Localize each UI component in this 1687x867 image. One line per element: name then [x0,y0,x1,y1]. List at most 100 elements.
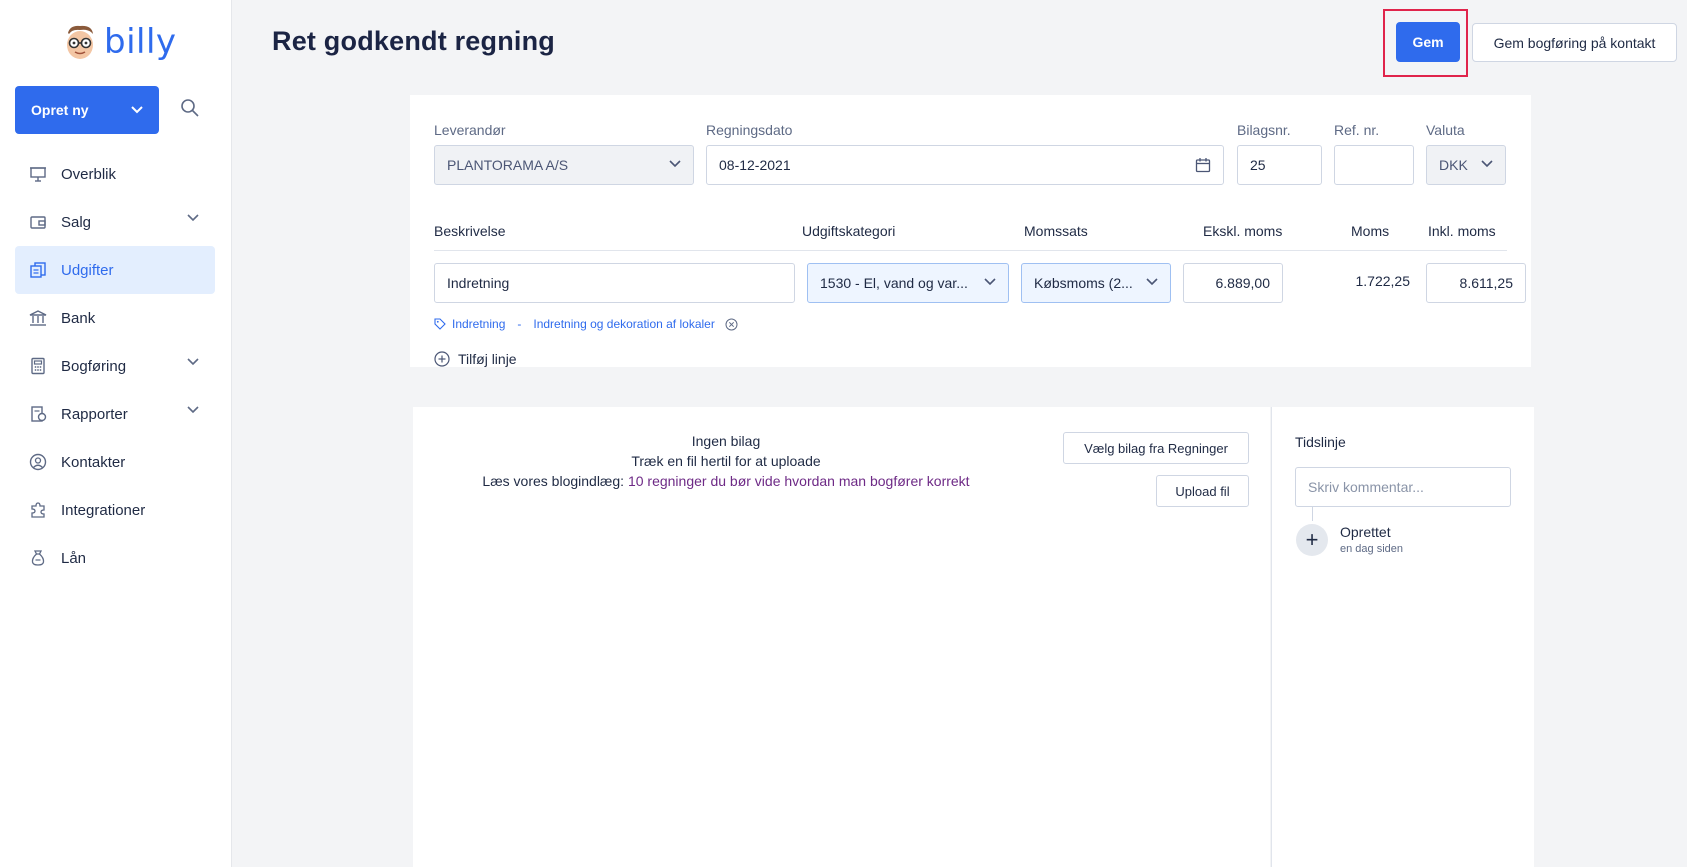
blog-post-link[interactable]: 10 regninger du bør vide hvordan man bog… [628,473,970,489]
column-header-excl-vat: Ekskl. moms [1203,223,1283,239]
blog-prefix: Læs vores blogindlæg: [482,473,625,489]
sidebar-item-rapporter[interactable]: Rapporter [15,390,215,438]
column-header-vat-rate: Momssats [1024,223,1088,239]
sidebar-item-label: Overblik [61,165,117,183]
plus-circle-icon [434,351,450,367]
voucher-number-label: Bilagsnr. [1237,122,1291,138]
sidebar-item-laan[interactable]: Lån [15,534,215,582]
create-new-label: Opret ny [31,102,89,118]
chevron-down-icon [1481,160,1493,168]
bill-date-value: 08-12-2021 [719,157,791,173]
save-posting-on-contact-button[interactable]: Gem bogføring på kontakt [1472,23,1677,62]
presentation-icon [29,165,47,183]
sidebar-item-integrationer[interactable]: Integrationer [15,486,215,534]
currency-value: DKK [1439,157,1468,173]
attachments-panel: Ingen bilag Træk en fil hertil for at up… [413,407,1270,867]
reference-number-input[interactable] [1334,145,1414,185]
column-header-category: Udgiftskategori [802,223,896,239]
sidebar-item-bogforing[interactable]: Bogføring [15,342,215,390]
reference-number-label: Ref. nr. [1334,122,1380,138]
receipt-icon [29,261,47,279]
header-divider [434,250,1507,251]
excl-vat-input[interactable]: 6.889,00 [1183,263,1283,303]
bank-icon [29,309,47,327]
timeline-connector [1312,507,1313,521]
add-line-label: Tilføj linje [458,351,517,367]
tag-description: Indretning og dekoration af lokaler [533,317,715,331]
column-header-description: Beskrivelse [434,223,506,239]
blog-post-text: Læs vores blogindlæg: 10 regninger du bø… [413,473,1039,489]
bill-date-label: Regningsdato [706,122,793,138]
bill-form: Leverandør PLANTORAMA A/S Regningsdato 0… [410,95,1531,367]
expense-category-select[interactable]: 1530 - El, vand og var... [807,263,1009,303]
chevron-down-icon [131,106,143,114]
comment-placeholder: Skriv kommentar... [1308,479,1424,495]
no-attachment-text: Ingen bilag [691,433,761,449]
bill-date-field[interactable]: 08-12-2021 [706,145,1224,185]
line-tag[interactable]: Indretning - Indretning og dekoration af… [434,317,738,331]
sidebar-nav: Overblik Salg Udgifter Bank Bogføring Ra… [15,150,215,582]
timeline-title: Tidslinje [1295,434,1346,450]
moneybag-icon [29,549,47,567]
sidebar: billy Opret ny Overblik Salg Udgifter Ba… [0,0,232,867]
sidebar-item-salg[interactable]: Salg [15,198,215,246]
chevron-down-icon [984,278,996,286]
puzzle-icon [29,501,47,519]
calendar-icon[interactable] [1195,157,1211,173]
column-header-incl-vat: Inkl. moms [1428,223,1496,239]
page-title: Ret godkendt regning [272,26,555,56]
incl-vat-input[interactable]: 8.611,25 [1426,263,1526,303]
comment-input[interactable]: Skriv kommentar... [1295,467,1511,507]
billy-logo[interactable]: billy [62,22,177,62]
logo-face-icon [62,23,98,61]
voucher-number-value: 25 [1250,157,1266,173]
currency-select[interactable]: DKK [1426,145,1506,185]
add-line-button[interactable]: Tilføj linje [434,351,517,367]
sidebar-item-label: Bank [61,309,96,327]
wallet-icon [29,213,47,231]
supplier-value: PLANTORAMA A/S [447,157,569,173]
tag-icon [434,318,446,330]
drag-file-text: Træk en fil hertil for at uploade [631,453,821,469]
line-description-input[interactable]: Indretning [434,263,795,303]
chevron-down-icon [1146,278,1158,286]
chevron-down-icon [187,214,199,222]
vat-rate-select[interactable]: Købsmoms (2... [1021,263,1171,303]
column-header-vat: Moms [1351,223,1390,239]
sidebar-item-label: Kontakter [61,453,126,471]
sidebar-item-overblik[interactable]: Overblik [15,150,215,198]
report-icon [29,405,47,423]
logo-text: billy [104,22,177,62]
excl-vat-value: 6.889,00 [1215,275,1271,291]
create-new-button[interactable]: Opret ny [15,86,159,134]
supplier-label: Leverandør [434,122,506,138]
plus-icon: + [1296,524,1328,556]
timeline-panel: Tidslinje Skriv kommentar... + Oprettet … [1271,407,1534,867]
sidebar-item-kontakter[interactable]: Kontakter [15,438,215,486]
supplier-select[interactable]: PLANTORAMA A/S [434,145,694,185]
sidebar-item-label: Udgifter [61,261,114,279]
sidebar-item-bank[interactable]: Bank [15,294,215,342]
voucher-number-input[interactable]: 25 [1237,145,1322,185]
tag-name: Indretning [452,317,506,331]
chevron-down-icon [187,358,199,366]
sidebar-item-label: Rapporter [61,405,128,423]
chevron-down-icon [187,406,199,414]
incl-vat-value: 8.611,25 [1459,275,1513,291]
vat-amount: 1.722,25 [1355,273,1411,289]
chevron-down-icon [669,160,681,168]
timeline-event-time: en dag siden [1340,543,1403,555]
choose-from-bills-button[interactable]: Vælg bilag fra Regninger [1063,432,1249,464]
expense-category-value: 1530 - El, vand og var... [820,275,968,291]
currency-label: Valuta [1426,122,1465,138]
search-icon[interactable] [180,98,202,120]
save-button[interactable]: Gem [1396,22,1460,62]
sidebar-item-udgifter[interactable]: Udgifter [15,246,215,294]
sidebar-item-label: Salg [61,213,92,231]
calculator-icon [29,357,47,375]
remove-tag-icon[interactable] [725,318,738,331]
sidebar-item-label: Bogføring [61,357,127,375]
tag-separator: - [517,317,522,331]
upload-file-button[interactable]: Upload fil [1156,475,1249,507]
contact-icon [29,453,47,471]
